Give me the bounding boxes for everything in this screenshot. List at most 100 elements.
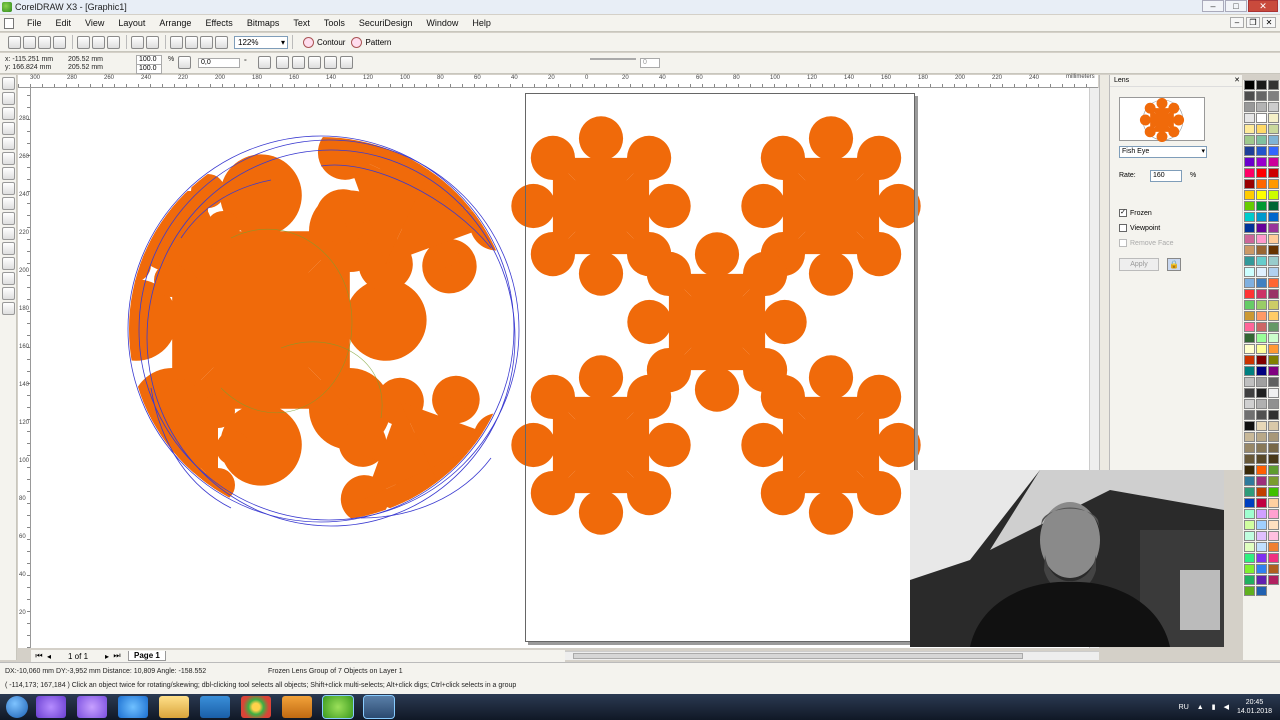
color-swatch[interactable] xyxy=(1268,498,1279,508)
color-swatch[interactable] xyxy=(1268,388,1279,398)
color-swatch[interactable] xyxy=(1256,564,1267,574)
contour-button[interactable]: Contour xyxy=(303,36,345,48)
color-swatch[interactable] xyxy=(1244,443,1255,453)
color-swatch[interactable] xyxy=(1256,509,1267,519)
color-swatch[interactable] xyxy=(1268,146,1279,156)
ungroup-icon[interactable] xyxy=(324,56,337,69)
color-swatch[interactable] xyxy=(1256,454,1267,464)
color-swatch[interactable] xyxy=(1244,179,1255,189)
color-swatch[interactable] xyxy=(1256,487,1267,497)
rectangle-tool-icon[interactable] xyxy=(2,167,15,180)
new-icon[interactable] xyxy=(8,35,21,49)
color-swatch[interactable] xyxy=(1256,157,1267,167)
color-swatch[interactable] xyxy=(1268,509,1279,519)
basic-shapes-tool-icon[interactable] xyxy=(2,212,15,225)
menu-window[interactable]: Window xyxy=(419,18,465,28)
color-swatch[interactable] xyxy=(1268,102,1279,112)
color-swatch[interactable] xyxy=(1268,377,1279,387)
page-tab-1[interactable]: Page 1 xyxy=(128,651,166,661)
color-swatch[interactable] xyxy=(1268,91,1279,101)
x-position-field[interactable]: x: -115.251 mm xyxy=(5,56,53,64)
color-swatch[interactable] xyxy=(1268,564,1279,574)
color-swatch[interactable] xyxy=(1268,267,1279,277)
lock-icon[interactable]: 🔒 xyxy=(1167,258,1181,271)
viewpoint-checkbox[interactable]: Viewpoint xyxy=(1119,224,1160,232)
interactive-blend-tool-icon[interactable] xyxy=(2,242,15,255)
app-icon-purple[interactable] xyxy=(36,696,66,718)
color-swatch[interactable] xyxy=(1244,344,1255,354)
undo-icon[interactable] xyxy=(131,35,144,49)
y-position-field[interactable]: y: 166.824 mm xyxy=(5,64,51,72)
color-swatch[interactable] xyxy=(1256,410,1267,420)
application-launcher-icon[interactable] xyxy=(200,35,213,49)
color-swatch[interactable] xyxy=(1256,465,1267,475)
copy-icon[interactable] xyxy=(92,35,105,49)
crop-tool-icon[interactable] xyxy=(2,107,15,120)
horizontal-scrollbar[interactable] xyxy=(565,651,1099,660)
color-swatch[interactable] xyxy=(1256,102,1267,112)
menu-file[interactable]: File xyxy=(20,18,49,28)
color-swatch[interactable] xyxy=(1244,575,1255,585)
color-swatch[interactable] xyxy=(1244,465,1255,475)
color-swatch[interactable] xyxy=(1268,553,1279,563)
rotation-angle-field[interactable]: 0,0 xyxy=(198,58,240,68)
color-swatch[interactable] xyxy=(1268,113,1279,123)
color-swatch[interactable] xyxy=(1256,289,1267,299)
zoom-tool-icon[interactable] xyxy=(2,122,15,135)
color-swatch[interactable] xyxy=(1268,344,1279,354)
color-swatch[interactable] xyxy=(1268,421,1279,431)
menu-help[interactable]: Help xyxy=(465,18,498,28)
text-tool-icon[interactable] xyxy=(2,227,15,240)
color-swatch[interactable] xyxy=(1256,553,1267,563)
outline-tool-icon[interactable] xyxy=(2,272,15,285)
color-swatch[interactable] xyxy=(1244,586,1255,596)
cut-icon[interactable] xyxy=(77,35,90,49)
chrome-icon[interactable] xyxy=(241,696,271,718)
ellipse-tool-icon[interactable] xyxy=(2,182,15,195)
mirror-vertical-icon[interactable] xyxy=(276,56,289,69)
color-swatch[interactable] xyxy=(1244,300,1255,310)
start-button[interactable] xyxy=(6,696,28,718)
menu-view[interactable]: View xyxy=(78,18,111,28)
color-swatch[interactable] xyxy=(1268,179,1279,189)
color-swatch[interactable] xyxy=(1256,322,1267,332)
color-swatch[interactable] xyxy=(1244,476,1255,486)
color-swatch[interactable] xyxy=(1244,531,1255,541)
width-field[interactable]: 205.52 mm xyxy=(68,56,103,64)
screen-recorder-icon[interactable] xyxy=(363,695,395,719)
menu-text[interactable]: Text xyxy=(286,18,317,28)
next-page-button[interactable]: ▸ xyxy=(102,652,112,661)
color-swatch[interactable] xyxy=(1268,432,1279,442)
color-swatch[interactable] xyxy=(1244,190,1255,200)
color-swatch[interactable] xyxy=(1256,201,1267,211)
color-swatch[interactable] xyxy=(1256,476,1267,486)
doc-restore-button[interactable]: ❐ xyxy=(1246,17,1260,28)
docker-close-icon[interactable]: ✕ xyxy=(1234,75,1240,87)
color-swatch[interactable] xyxy=(1268,410,1279,420)
color-swatch[interactable] xyxy=(1268,454,1279,464)
export-icon[interactable] xyxy=(185,35,198,49)
color-swatch[interactable] xyxy=(1256,443,1267,453)
color-swatch[interactable] xyxy=(1244,267,1255,277)
color-swatch[interactable] xyxy=(1256,80,1267,90)
horizontal-scroll-thumb[interactable] xyxy=(573,653,1023,659)
maximize-button[interactable]: □ xyxy=(1225,0,1247,12)
outline-width-value[interactable]: 0 xyxy=(640,58,660,68)
color-swatch[interactable] xyxy=(1244,498,1255,508)
color-swatch[interactable] xyxy=(1244,201,1255,211)
lock-ratio-icon[interactable] xyxy=(178,56,191,69)
close-button[interactable]: ✕ xyxy=(1248,0,1278,12)
menu-layout[interactable]: Layout xyxy=(111,18,152,28)
color-swatch[interactable] xyxy=(1256,91,1267,101)
media-app-icon[interactable] xyxy=(200,696,230,718)
freehand-tool-icon[interactable] xyxy=(2,137,15,150)
color-swatch[interactable] xyxy=(1268,465,1279,475)
open-icon[interactable] xyxy=(23,35,36,49)
color-swatch[interactable] xyxy=(1244,520,1255,530)
color-swatch[interactable] xyxy=(1256,333,1267,343)
color-swatch[interactable] xyxy=(1244,80,1255,90)
network-icon[interactable]: ▮ xyxy=(1212,703,1216,711)
tray-arrow-icon[interactable]: ▲ xyxy=(1197,704,1204,711)
prev-page-button[interactable]: ◂ xyxy=(44,652,54,661)
color-swatch[interactable] xyxy=(1268,476,1279,486)
